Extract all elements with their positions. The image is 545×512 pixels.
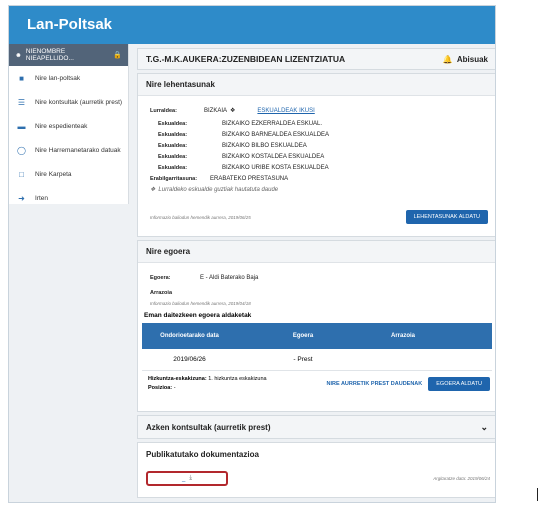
info-icon: ❖	[230, 108, 236, 114]
arrazoia-label: Arrazoia	[150, 290, 173, 296]
eskualdea-value: BIZKAIKO BILBO ESKUALDEA	[222, 143, 307, 149]
sidebar-item-harremanetarako[interactable]: ◯ Nire Harremanetarako datuak	[9, 138, 128, 162]
status-title: Nire egoera	[138, 241, 495, 263]
sidebar: ☻ NIENOMBRE NIEAPELLIDO... 🔒 ■ Nire lan-p…	[9, 44, 129, 204]
alerts-button[interactable]: 🔔 Abisuak	[443, 55, 488, 64]
download-icon[interactable]: ⤓	[189, 475, 192, 482]
window-scrollbar-edge	[537, 488, 538, 501]
preferences-title: Nire lehentasunak	[138, 74, 495, 96]
page-topbar: T.G.-M.K.AUKERA:ZUZENBIDEAN LIZENTZIATUA…	[137, 48, 495, 70]
main-content: T.G.-M.K.AUKERA:ZUZENBIDEAN LIZENTZIATUA…	[137, 48, 495, 498]
app-header: Lan-Poltsak	[9, 6, 495, 44]
eskualdea-label: Eskualdea:	[158, 132, 188, 138]
erabilgarritasuna-label: Erabilgarritasuna:	[150, 176, 198, 182]
documents-title: Publikatutako dokumentazioa	[138, 443, 495, 465]
folder-open-icon: □	[19, 169, 24, 179]
queries-card[interactable]: Azken kontsultak (aurretik prest) ⌄	[137, 415, 495, 439]
sidebar-item-label: Nire Harremanetarako datuak	[35, 146, 121, 154]
app-frame: Lan-Poltsak ☻ NIENOMBRE NIEAPELLIDO... 🔒…	[8, 5, 496, 503]
sidebar-item-label: Nire espedienteak	[35, 122, 88, 130]
briefcase-icon: ■	[19, 73, 24, 83]
column-header: Egoera	[292, 333, 314, 339]
changes-table-header: Ondorioetarako data Egoera Arrazoia	[142, 323, 492, 349]
document-file-link[interactable]: _ ⤓	[146, 471, 228, 486]
lurraldea-label: Lurraldea:	[150, 108, 177, 114]
app-title: Lan-Poltsak	[27, 16, 113, 33]
list-icon: ☰	[17, 97, 26, 107]
preferences-card: Nire lehentasunak Lurraldea: BIZKAIA ❖ E…	[137, 73, 495, 237]
column-header: Arrazoia	[391, 333, 416, 339]
preferences-info: Informazio baliodun hemendik aurrera, 20…	[150, 214, 251, 220]
sidebar-item-kontsultak[interactable]: ☰ Nire kontsultak (aurretik prest)	[9, 90, 128, 114]
eskualdea-label: Eskualdea:	[158, 165, 188, 171]
posizioa-value: -	[173, 385, 176, 391]
sidebar-item-espedienteak[interactable]: ▬ Nire espedienteak	[9, 114, 128, 138]
user-icon: ☻	[15, 51, 22, 59]
user-name: NIENOMBRE NIEAPELLIDO...	[25, 48, 74, 62]
document-date: Argitaratze data: 2019/06/24	[433, 476, 490, 481]
queries-header: Azken kontsultak (aurretik prest) ⌄	[138, 416, 495, 438]
eskualdea-label: Eskualdea:	[158, 143, 188, 149]
posizioa-label: Posizioa:	[148, 385, 173, 391]
sidebar-item-label: Irten	[35, 194, 49, 202]
changes-title: Eman daitezkeen egoera aldaketak	[144, 312, 252, 319]
eskualdea-value: BIZKAIKO BARNEALDEA ESKUALDEA	[222, 132, 330, 138]
erabilgarritasuna-value: ERABATEKO PRESTASUNA	[210, 176, 289, 182]
hizkuntza-value: 1. hizkuntza eskakizuna	[208, 376, 267, 382]
prest-daudenak-link[interactable]: NIRE AURRETIK PREST DAUDENAK	[327, 381, 423, 387]
lock-icon: 🔒	[113, 52, 122, 59]
change-status-button[interactable]: EGOERA ALDATU	[428, 376, 490, 391]
row-date: 2019/06/26	[173, 356, 206, 363]
sidebar-item-label: Nire lan-poltsak	[35, 74, 81, 82]
eskualdea-value: BIZKAIKO KOSTALDEA ESKUALDEA	[222, 154, 325, 160]
row-egoera: - Prest	[293, 356, 313, 363]
sidebar-item-karpeta[interactable]: □ Nire Karpeta	[9, 162, 128, 186]
status-card: Nire egoera Egoera: E - Aldi Baterako Baj…	[137, 240, 495, 412]
bell-icon: 🔔	[442, 54, 453, 64]
eskualdea-value: BIZKAIKO URIBE KOSTA ESKUALDEA	[222, 165, 329, 171]
change-preferences-button[interactable]: LEHENTASUNAK ALDATU	[405, 210, 488, 224]
queries-title: Azken kontsultak (aurretik prest)	[146, 422, 271, 432]
info-icon: ❖	[150, 187, 156, 193]
page-title: T.G.-M.K.AUKERA:ZUZENBIDEAN LIZENTZIATUA	[146, 54, 346, 64]
egoera-label: Egoera:	[150, 275, 171, 281]
sidebar-item-lan-poltsak[interactable]: ■ Nire lan-poltsak	[9, 66, 128, 90]
sidebar-item-irten[interactable]: ➜ Irten	[9, 186, 128, 210]
user-menu[interactable]: ☻ NIENOMBRE NIEAPELLIDO... 🔒	[9, 44, 128, 66]
folder-icon: ▬	[17, 121, 26, 131]
egoera-value: E - Aldi Baterako Baja	[200, 275, 259, 281]
documents-card: Publikatutako dokumentazioa _ ⤓ Argitara…	[137, 442, 495, 498]
hizkuntza-label: Hizkuntza-eskakizuna:	[148, 376, 207, 382]
table-row[interactable]: 2019/06/26 - Prest	[142, 349, 492, 371]
user-icon: ◯	[17, 145, 26, 155]
sidebar-item-label: Nire kontsultak (aurretik prest)	[35, 98, 123, 106]
chevron-down-icon[interactable]: ⌄	[480, 422, 488, 433]
alerts-label: Abisuak	[456, 54, 488, 64]
column-header: Ondorioetarako data	[160, 333, 219, 339]
eskualdea-value: BIZKAIKO EZKERRALDEA ESKUAL.	[222, 121, 323, 127]
preferences-note: Lurraldeko eskualde guztiak hautatuta da…	[158, 187, 279, 193]
eskualdea-label: Eskualdea:	[158, 154, 188, 160]
document-file-label: _	[182, 475, 186, 482]
sign-out-icon: ➜	[18, 193, 25, 203]
eskualdea-label: Eskualdea:	[158, 121, 188, 127]
eskualdeak-ikusi-link[interactable]: ESKUALDEAK IKUSI	[257, 106, 314, 117]
sidebar-item-label: Nire Karpeta	[35, 170, 72, 178]
lurraldea-value: BIZKAIA	[204, 108, 228, 114]
